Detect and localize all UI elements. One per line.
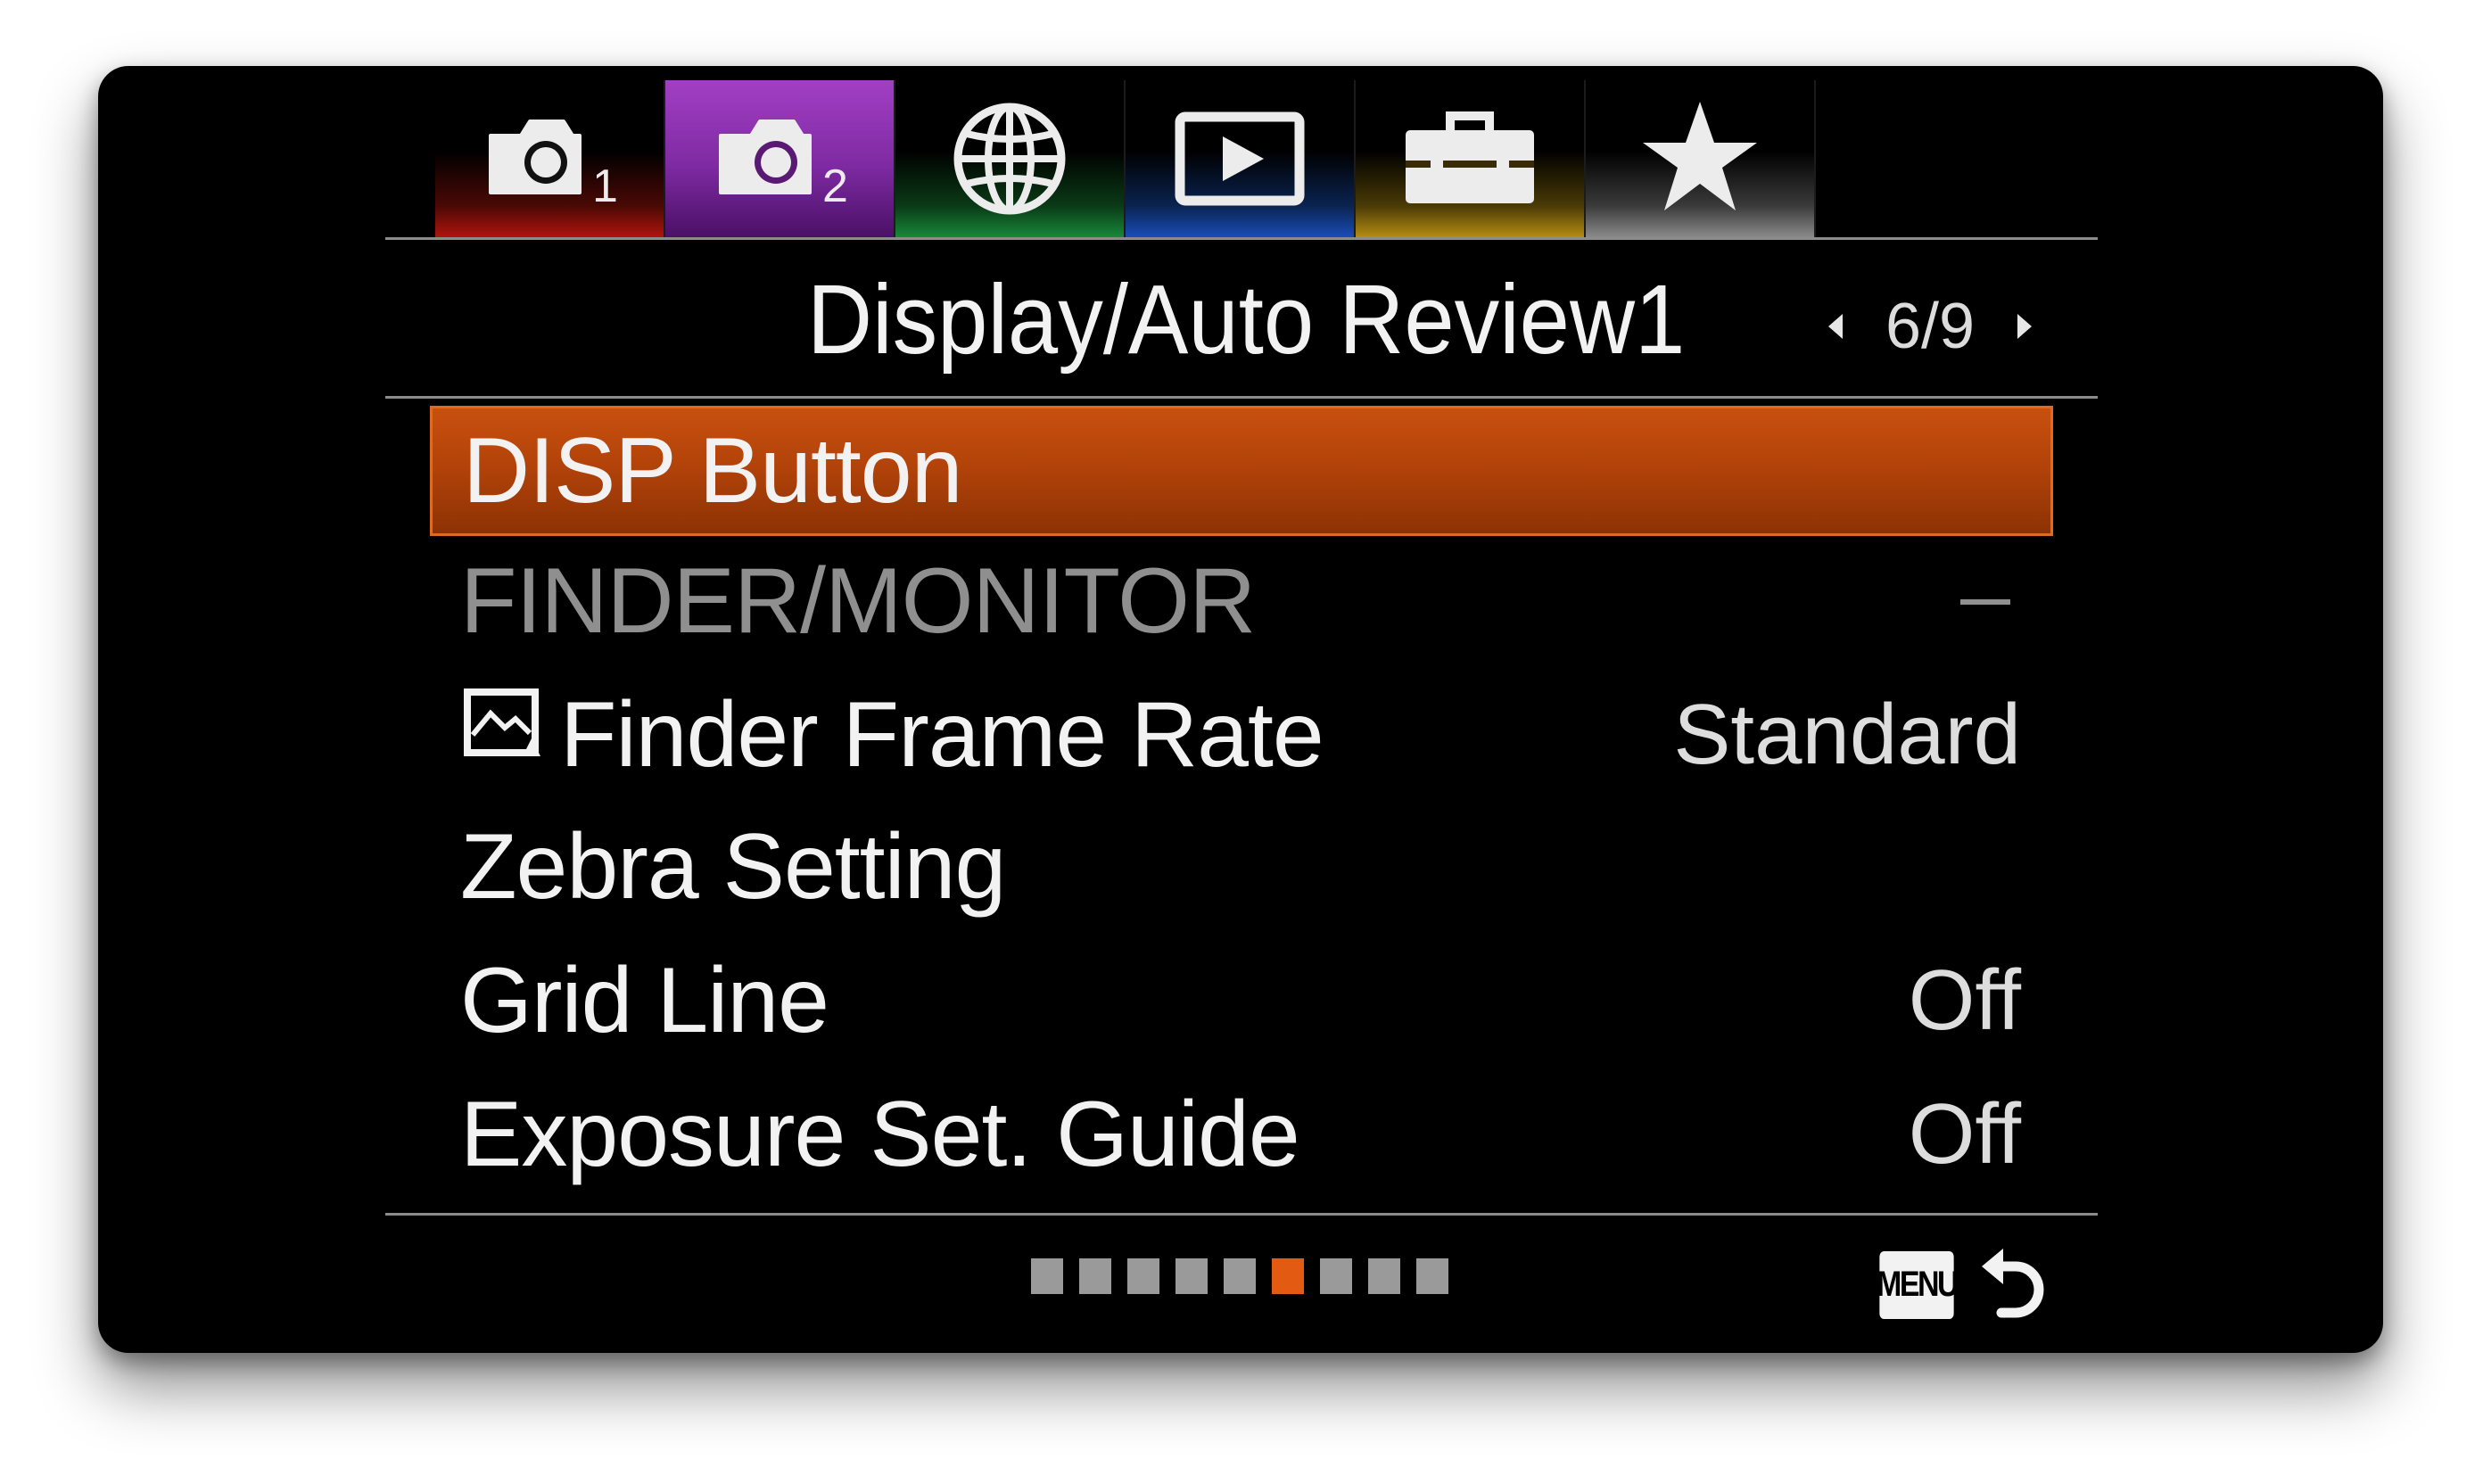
menu-item-finder-frame-rate[interactable]: Finder Frame Rate Standard [430, 670, 2053, 800]
page-dot [1320, 1258, 1352, 1294]
menu-item-zebra-setting[interactable]: Zebra Setting [430, 802, 2053, 932]
camera-icon: 1 [478, 105, 621, 212]
chevron-right-icon[interactable] [2017, 314, 2033, 339]
menu-item-label: FINDER/MONITOR [460, 548, 1256, 653]
tab-setup[interactable] [1356, 80, 1586, 237]
tab-network[interactable] [895, 80, 1126, 237]
tab-camera-settings-1[interactable]: 1 [435, 80, 665, 237]
camera-menu-screen: 1 2 Display/Auto Review1 6/9 DISP Button… [98, 66, 2383, 1353]
menu-item-value: Off [1908, 952, 2021, 1048]
tab-my-menu[interactable] [1586, 80, 1816, 237]
page-indicator: 6/9 [1828, 286, 2033, 367]
page-dot [1127, 1258, 1159, 1294]
menu-item-value: Off [1908, 1086, 2021, 1182]
header-divider [385, 396, 2098, 399]
menu-item-label: Zebra Setting [460, 814, 1006, 919]
footer-divider [385, 1213, 2098, 1216]
menu-item-exposure-set-guide[interactable]: Exposure Set. Guide Off [430, 1069, 2053, 1200]
tab-2-number: 2 [822, 161, 848, 212]
star-icon [1637, 96, 1762, 221]
page-dot [1368, 1258, 1400, 1294]
return-arrow-icon [1971, 1240, 2051, 1330]
tab-divider [385, 237, 2098, 240]
page-dot [1224, 1258, 1256, 1294]
page-dot [1416, 1258, 1448, 1294]
chevron-left-icon[interactable] [1828, 314, 1843, 339]
tab-camera-settings-2[interactable]: 2 [665, 80, 895, 237]
page-number: 6/9 [1885, 291, 1976, 362]
menu-item-label-group: Finder Frame Rate [460, 681, 1324, 789]
menu-back-button[interactable]: MENU [1873, 1240, 2051, 1330]
tab-playback[interactable] [1126, 80, 1356, 237]
menu-badge: MENU [1877, 1250, 1959, 1319]
globe-icon [947, 96, 1072, 221]
menu-item-label: Grid Line [460, 948, 829, 1052]
page-dot [1272, 1258, 1304, 1294]
camera-icon: 2 [708, 105, 851, 212]
movie-mode-icon [460, 681, 546, 789]
page-dot [1176, 1258, 1208, 1294]
playback-icon [1173, 110, 1307, 208]
menu-item-label: DISP Button [463, 418, 962, 523]
menu-item-label: Finder Frame Rate [560, 682, 1324, 787]
menu-tab-bar: 1 2 [435, 80, 1816, 237]
page-dots [1031, 1258, 1448, 1294]
dash-icon [1960, 599, 2010, 605]
menu-item-value [1960, 593, 2021, 609]
page-dot [1079, 1258, 1111, 1294]
menu-item-finder-monitor[interactable]: FINDER/MONITOR [430, 536, 2053, 666]
menu-item-label: Exposure Set. Guide [460, 1082, 1300, 1186]
page-dot [1031, 1258, 1063, 1294]
menu-item-value: Standard [1673, 687, 2021, 782]
menu-item-disp-button[interactable]: DISP Button [430, 406, 2053, 536]
toolbox-icon [1398, 105, 1541, 212]
menu-item-grid-line[interactable]: Grid Line Off [430, 936, 2053, 1066]
tab-1-number: 1 [592, 161, 618, 212]
